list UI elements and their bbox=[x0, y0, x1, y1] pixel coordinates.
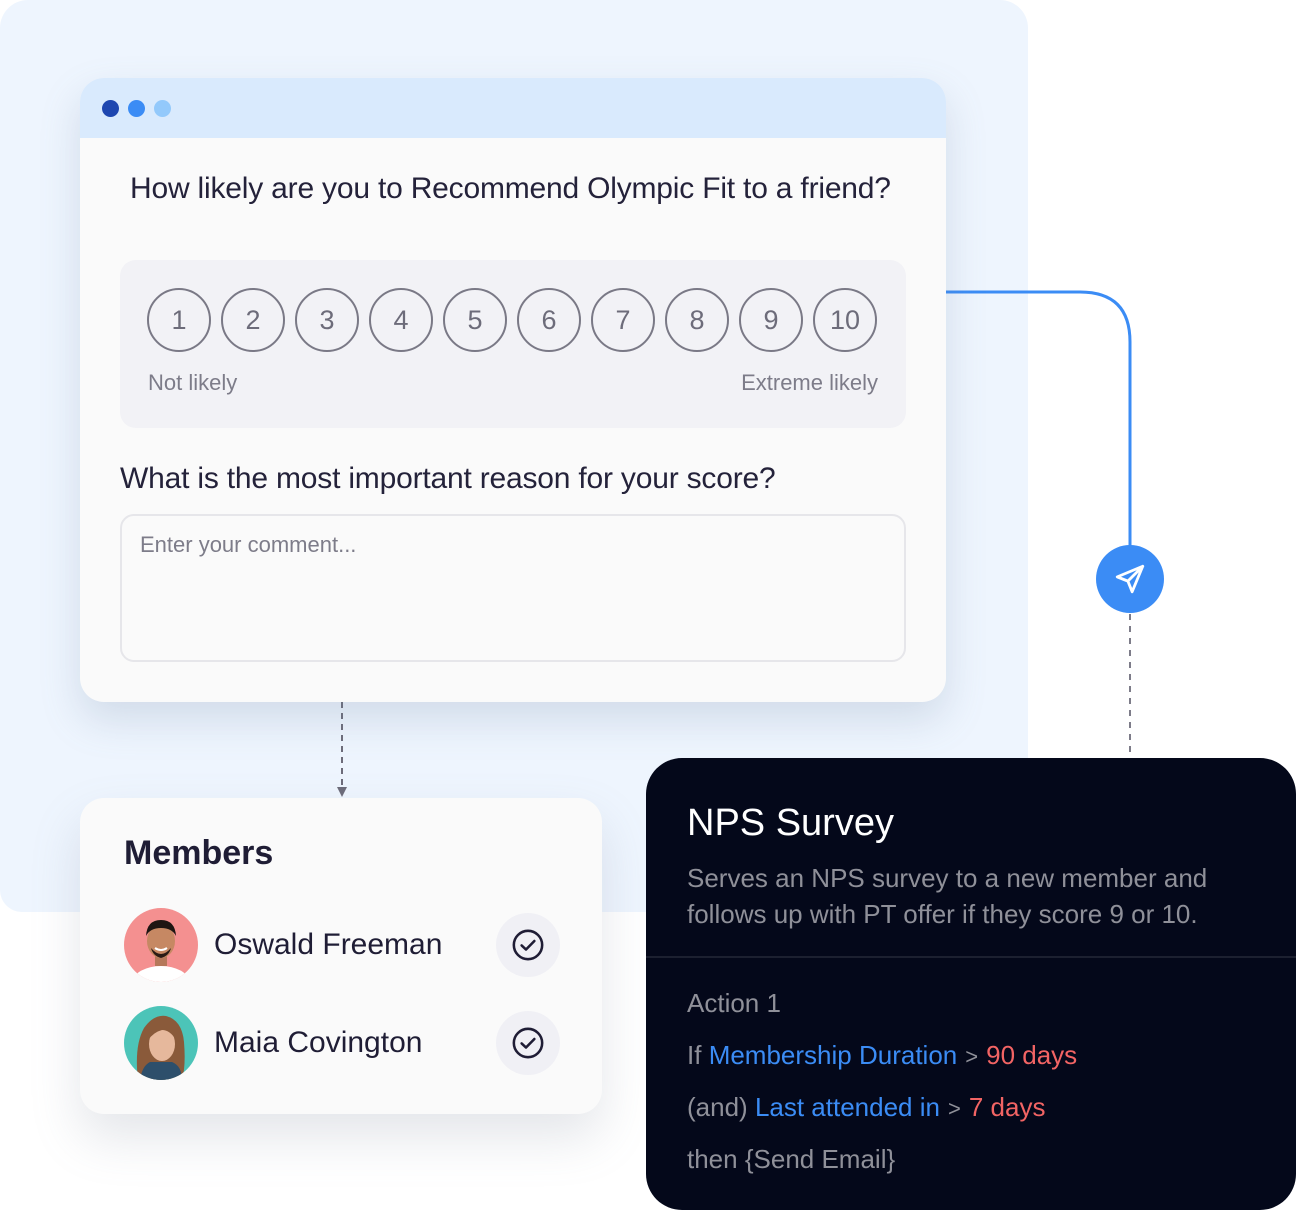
member-row[interactable]: Oswald Freeman bbox=[124, 908, 560, 982]
avatar bbox=[124, 1006, 198, 1080]
scale-low-label: Not likely bbox=[148, 370, 238, 395]
rule-value[interactable]: 90 days bbox=[986, 1040, 1077, 1070]
send-node[interactable] bbox=[1096, 545, 1164, 613]
member-name: Maia Covington bbox=[214, 1026, 423, 1059]
members-card: Members Oswald Freeman Maia Covington bbox=[80, 798, 602, 1114]
rule-prefix: If bbox=[687, 1040, 702, 1070]
rule-2: (and) Last attended in >7 days bbox=[687, 1092, 1045, 1123]
window-dot-icon bbox=[128, 99, 145, 117]
window-dot-icon bbox=[154, 99, 171, 117]
rating-option[interactable]: 1 bbox=[147, 288, 211, 352]
action-label: Action 1 bbox=[687, 988, 781, 1018]
send-paper-plane-icon bbox=[1115, 564, 1145, 594]
rule-field[interactable]: Membership Duration bbox=[709, 1040, 958, 1070]
comment-input[interactable] bbox=[120, 514, 906, 662]
check-circle-icon bbox=[512, 1027, 544, 1059]
rule-operator: > bbox=[965, 1044, 979, 1069]
person-avatar-icon bbox=[136, 1015, 185, 1080]
rule-1: If Membership Duration >90 days bbox=[687, 1040, 1077, 1071]
rating-option[interactable]: 7 bbox=[591, 288, 655, 352]
rule-then-action: then {Send Email} bbox=[687, 1144, 896, 1174]
avatar bbox=[124, 908, 198, 982]
rule-value[interactable]: 7 days bbox=[969, 1092, 1046, 1122]
rule-prefix: (and) bbox=[687, 1092, 748, 1122]
rating-option[interactable]: 2 bbox=[221, 288, 285, 352]
rating-option[interactable]: 10 bbox=[813, 288, 877, 352]
rating-option[interactable]: 4 bbox=[369, 288, 433, 352]
rating-option[interactable]: 6 bbox=[517, 288, 581, 352]
rating-option[interactable]: 8 bbox=[665, 288, 729, 352]
scale-high-label: Extreme likely bbox=[741, 370, 878, 395]
question-recommend: How likely are you to Recommend Olympic … bbox=[130, 172, 891, 205]
question-reason: What is the most important reason for yo… bbox=[120, 462, 776, 495]
rating-option[interactable]: 9 bbox=[739, 288, 803, 352]
check-circle-icon bbox=[512, 929, 544, 961]
rule-field[interactable]: Last attended in bbox=[755, 1092, 940, 1122]
rating-options: 1 2 3 4 5 6 7 8 9 10 bbox=[147, 288, 877, 352]
divider bbox=[646, 956, 1296, 958]
rule-operator: > bbox=[947, 1096, 961, 1121]
member-check-button[interactable] bbox=[496, 913, 560, 977]
rating-scale: 1 2 3 4 5 6 7 8 9 10 Not likely Extreme … bbox=[120, 260, 906, 428]
member-row[interactable]: Maia Covington bbox=[124, 1006, 560, 1080]
person-avatar-icon bbox=[133, 920, 189, 982]
rating-option[interactable]: 3 bbox=[295, 288, 359, 352]
members-title: Members bbox=[124, 834, 274, 872]
nps-description: Serves an NPS survey to a new member and… bbox=[687, 863, 1208, 929]
nps-title: NPS Survey bbox=[687, 802, 894, 844]
window-dot-icon bbox=[102, 99, 119, 117]
rating-option[interactable]: 5 bbox=[443, 288, 507, 352]
window-titlebar bbox=[80, 78, 946, 138]
member-check-button[interactable] bbox=[496, 1011, 560, 1075]
survey-window: How likely are you to Recommend Olympic … bbox=[80, 78, 946, 702]
member-name: Oswald Freeman bbox=[214, 928, 443, 961]
nps-survey-card: NPS Survey Serves an NPS survey to a new… bbox=[646, 758, 1296, 1210]
